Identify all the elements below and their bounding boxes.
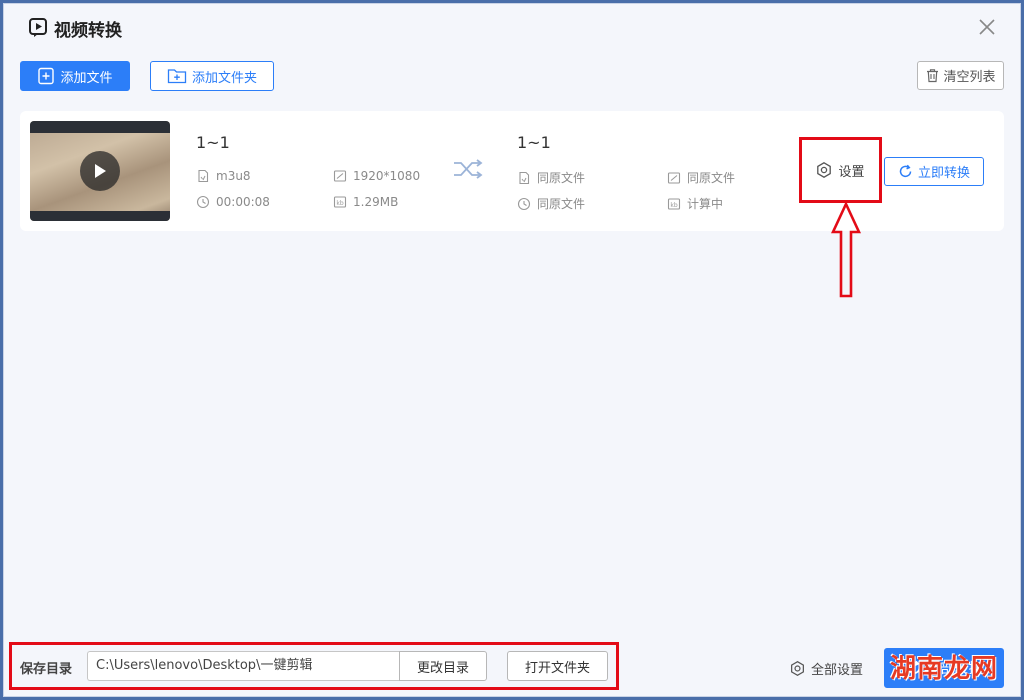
- watermark: 湖南龙网: [890, 654, 999, 684]
- trash-icon: [927, 69, 939, 83]
- annotation-arrow-icon: [831, 202, 861, 298]
- all-settings-label: 全部设置: [810, 662, 863, 678]
- resolution-icon: [667, 171, 681, 184]
- size-icon: kb: [667, 197, 681, 210]
- add-file-icon: [38, 67, 55, 85]
- clear-list-label: 清空列表: [943, 70, 996, 85]
- source-format-value: m3u8: [216, 169, 251, 183]
- output-duration: 同原文件: [517, 195, 585, 212]
- close-icon[interactable]: [976, 16, 998, 38]
- app-title: 视频转换: [54, 21, 122, 41]
- source-duration-value: 00:00:08: [216, 195, 270, 209]
- source-size-value: 1.29MB: [353, 195, 399, 209]
- add-file-label: 添加文件: [60, 70, 113, 86]
- svg-text:kb: kb: [336, 200, 343, 207]
- annotation-box-save-directory: [9, 642, 619, 690]
- app-window: 视频转换 添加文件 添加文件夹 清空列表 1~1 m3u8 1920*1080 …: [3, 3, 1021, 697]
- source-size: kb 1.29MB: [333, 195, 398, 209]
- clear-list-button[interactable]: 清空列表: [917, 61, 1004, 90]
- app-icon: [29, 18, 47, 37]
- add-folder-button[interactable]: 添加文件夹: [150, 61, 274, 91]
- source-resolution: 1920*1080: [333, 169, 420, 183]
- output-duration-value: 同原文件: [537, 197, 586, 211]
- all-settings-button[interactable]: 全部设置: [782, 657, 870, 679]
- output-format: 同原文件: [517, 169, 585, 186]
- output-file-name: 1~1: [517, 133, 551, 152]
- play-button[interactable]: [80, 151, 120, 191]
- add-file-button[interactable]: 添加文件: [20, 61, 130, 91]
- annotation-box-settings: [799, 137, 882, 203]
- clock-icon: [517, 197, 531, 210]
- output-size: kb 计算中: [667, 195, 723, 212]
- shuffle-icon: [454, 159, 483, 179]
- output-format-value: 同原文件: [537, 171, 586, 185]
- convert-now-label: 立即转换: [917, 166, 970, 181]
- source-file-name: 1~1: [196, 133, 230, 152]
- svg-text:kb: kb: [670, 201, 677, 208]
- video-thumbnail[interactable]: [30, 121, 170, 221]
- refresh-icon: [899, 164, 912, 178]
- convert-now-button[interactable]: 立即转换: [884, 157, 984, 186]
- source-resolution-value: 1920*1080: [353, 169, 421, 183]
- add-folder-icon: [167, 69, 187, 84]
- title-bar: 视频转换: [4, 4, 1020, 50]
- format-icon: [198, 169, 209, 183]
- gear-icon: [791, 660, 804, 676]
- format-icon: [519, 171, 530, 184]
- clock-icon: [196, 195, 210, 209]
- resolution-icon: [333, 170, 347, 182]
- source-duration: 00:00:08: [196, 195, 270, 209]
- output-size-value: 计算中: [687, 197, 724, 211]
- output-resolution: 同原文件: [667, 169, 735, 186]
- output-resolution-value: 同原文件: [687, 171, 736, 185]
- size-icon: kb: [333, 196, 347, 208]
- play-icon: [95, 164, 106, 178]
- source-format: m3u8: [196, 169, 251, 183]
- add-folder-label: 添加文件夹: [191, 70, 257, 86]
